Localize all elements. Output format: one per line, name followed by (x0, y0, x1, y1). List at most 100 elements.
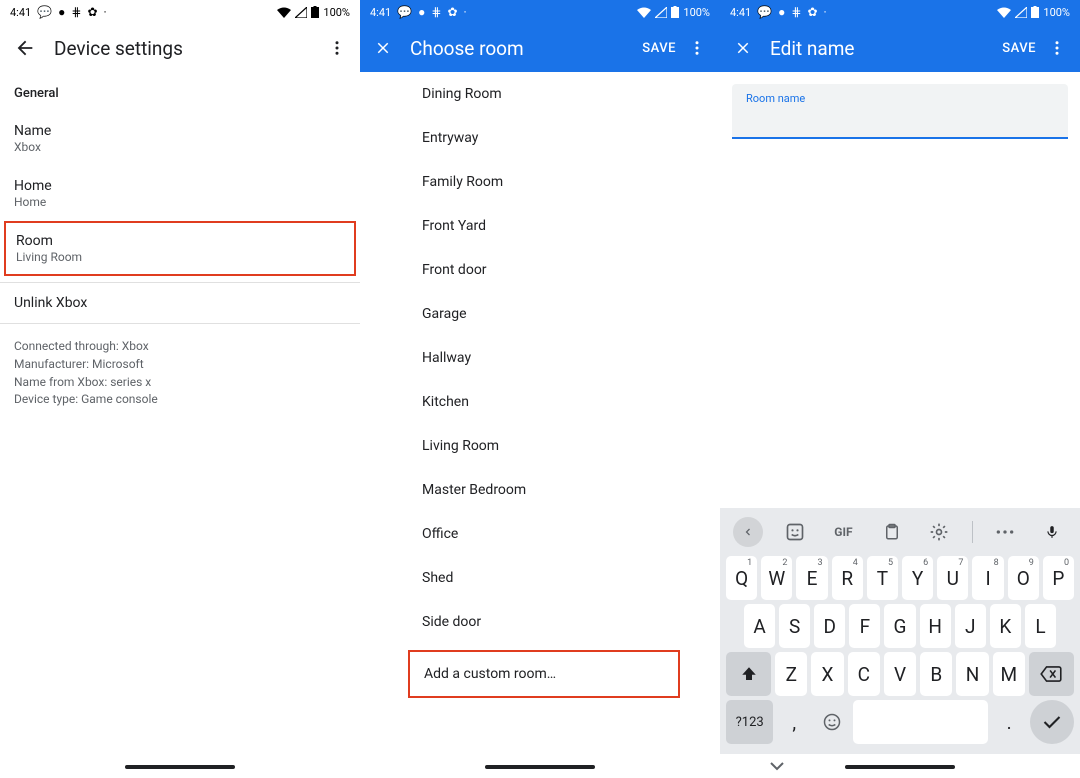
screen-choose-room: 4:41 💬 ● ⋕ ✿ · 100% Choose room SAVE Din… (360, 0, 720, 778)
mic-icon[interactable] (1037, 517, 1067, 547)
room-option[interactable]: Dining Room (360, 72, 720, 116)
info-name-from: Name from Xbox: series x (14, 374, 346, 391)
key-e[interactable]: E3 (796, 556, 827, 600)
battery-pct: 100% (323, 6, 350, 19)
close-icon[interactable] (734, 39, 752, 57)
clipboard-icon[interactable] (877, 517, 907, 547)
key-o[interactable]: O9 (1008, 556, 1039, 600)
more-icon[interactable] (990, 517, 1020, 547)
room-name-input-wrap[interactable]: Room name (732, 84, 1068, 139)
device-info: Connected through: Xbox Manufacturer: Mi… (0, 324, 360, 423)
kb-row-3: Z X C V B N M (726, 652, 1074, 696)
battery-icon (311, 6, 319, 18)
item-value: Xbox (14, 140, 346, 154)
room-option[interactable]: Front Yard (360, 204, 720, 248)
save-button[interactable]: SAVE (1002, 41, 1036, 56)
wifi-icon (277, 7, 291, 18)
page-title: Device settings (54, 37, 183, 60)
key-c[interactable]: C (848, 652, 880, 696)
key-s[interactable]: S (779, 604, 810, 648)
kb-collapse-icon[interactable] (733, 517, 763, 547)
period-key[interactable]: . (992, 700, 1026, 744)
room-option[interactable]: Entryway (360, 116, 720, 160)
done-key[interactable] (1030, 700, 1074, 744)
key-w[interactable]: W2 (761, 556, 792, 600)
shift-key[interactable] (726, 652, 771, 696)
item-room[interactable]: Room Living Room (6, 223, 354, 274)
key-j[interactable]: J (955, 604, 986, 648)
overflow-icon[interactable] (688, 39, 706, 57)
item-label: Name (14, 123, 346, 139)
overflow-icon[interactable] (1048, 39, 1066, 57)
key-y[interactable]: Y6 (902, 556, 933, 600)
key-l[interactable]: L (1025, 604, 1056, 648)
key-h[interactable]: H (920, 604, 951, 648)
key-u[interactable]: U7 (937, 556, 968, 600)
room-option[interactable]: Garage (360, 292, 720, 336)
room-option[interactable]: Kitchen (360, 380, 720, 424)
save-button[interactable]: SAVE (642, 41, 676, 56)
key-g[interactable]: G (884, 604, 915, 648)
key-v[interactable]: V (884, 652, 916, 696)
room-option[interactable]: Office (360, 512, 720, 556)
key-b[interactable]: B (920, 652, 952, 696)
status-time: 4:41 (10, 6, 31, 19)
notif-icon: ● (418, 6, 425, 18)
item-name[interactable]: Name Xbox (0, 111, 360, 166)
screen-edit-name: 4:41 💬 ● ⋕ ✿ · 100% Edit name SAVE Room … (720, 0, 1080, 778)
notif-icon: ⋕ (71, 6, 81, 18)
key-k[interactable]: K (990, 604, 1021, 648)
key-f[interactable]: F (849, 604, 880, 648)
app-bar: Device settings (0, 24, 360, 72)
room-option[interactable]: Living Room (360, 424, 720, 468)
space-key[interactable] (853, 700, 988, 744)
item-label: Unlink Xbox (14, 295, 346, 311)
wifi-icon (997, 7, 1011, 18)
key-m[interactable]: M (993, 652, 1025, 696)
room-option[interactable]: Hallway (360, 336, 720, 380)
room-option[interactable]: Side door (360, 600, 720, 644)
key-i[interactable]: I8 (972, 556, 1003, 600)
room-option[interactable]: Family Room (360, 160, 720, 204)
app-bar: Edit name SAVE (720, 24, 1080, 72)
kb-row-4: ?123 , . (726, 700, 1074, 744)
wifi-icon (637, 7, 651, 18)
app-bar: Choose room SAVE (360, 24, 720, 72)
sticker-icon[interactable] (780, 517, 810, 547)
gif-button[interactable]: GIF (827, 517, 859, 547)
room-option[interactable]: Front door (360, 248, 720, 292)
key-d[interactable]: D (814, 604, 845, 648)
key-a[interactable]: A (744, 604, 775, 648)
emoji-key[interactable] (815, 700, 849, 744)
notif-icon: · (824, 6, 827, 18)
item-unlink[interactable]: Unlink Xbox (0, 283, 360, 323)
room-name-input[interactable] (746, 107, 1054, 125)
notif-icon: ✿ (87, 6, 97, 18)
room-option[interactable]: Master Bedroom (360, 468, 720, 512)
room-option[interactable]: Shed (360, 556, 720, 600)
kb-toolbar: GIF (724, 512, 1076, 552)
chevron-down-icon[interactable] (770, 762, 784, 772)
key-q[interactable]: Q1 (726, 556, 757, 600)
notif-icon: ✿ (447, 6, 457, 18)
add-custom-room[interactable]: Add a custom room… (410, 652, 678, 696)
key-r[interactable]: R4 (832, 556, 863, 600)
settings-icon[interactable] (924, 517, 954, 547)
close-icon[interactable] (374, 39, 392, 57)
key-x[interactable]: X (811, 652, 843, 696)
key-z[interactable]: Z (775, 652, 807, 696)
key-p[interactable]: P0 (1043, 556, 1074, 600)
notif-icon: 💬 (37, 6, 52, 18)
keyboard: GIF Q1 W2 E3 R4 T5 Y6 U7 I8 O9 P0 A S D … (720, 508, 1080, 754)
item-home[interactable]: Home Home (0, 166, 360, 221)
comma-key[interactable]: , (777, 700, 811, 744)
backspace-key[interactable] (1029, 652, 1074, 696)
symbols-key[interactable]: ?123 (726, 700, 773, 744)
key-n[interactable]: N (956, 652, 988, 696)
notif-icon: · (464, 6, 467, 18)
nav-bar (0, 756, 360, 778)
key-t[interactable]: T5 (867, 556, 898, 600)
status-bar: 4:41 💬 ● ⋕ ✿ · 100% (360, 0, 720, 24)
overflow-icon[interactable] (328, 39, 346, 57)
back-icon[interactable] (14, 37, 36, 59)
